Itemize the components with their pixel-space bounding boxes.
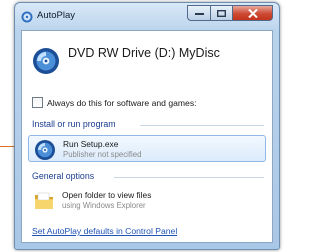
always-do-this-label[interactable]: Always do this for software and games:	[47, 98, 197, 108]
window-title: AutoPlay	[37, 10, 76, 21]
run-setup-option[interactable]: Run Setup.exe Publisher not specified	[28, 135, 266, 162]
general-group-heading: General options	[32, 171, 95, 181]
always-do-this-checkbox[interactable]	[32, 97, 43, 108]
title-bar[interactable]: AutoPlay	[15, 3, 279, 29]
minimize-icon	[194, 12, 204, 15]
open-folder-title: Open folder to view files	[62, 190, 152, 200]
install-group-heading: Install or run program	[32, 119, 116, 129]
open-folder-subtitle: using Windows Explorer	[62, 201, 146, 210]
general-group-divider	[114, 177, 264, 178]
caption-buttons	[187, 5, 273, 21]
drive-title: DVD RW Drive (D:) MyDisc	[68, 46, 220, 60]
minimize-button[interactable]	[187, 5, 211, 21]
install-group-divider	[140, 125, 264, 126]
folder-icon	[33, 190, 55, 212]
always-do-this-row[interactable]: Always do this for software and games:	[32, 97, 197, 108]
dvd-disc-icon	[32, 47, 60, 75]
close-button[interactable]	[233, 5, 273, 21]
maximize-button[interactable]	[211, 5, 233, 21]
close-icon	[247, 8, 258, 18]
autoplay-icon	[21, 10, 33, 23]
open-folder-option[interactable]: Open folder to view files using Windows …	[28, 187, 266, 214]
run-setup-title: Run Setup.exe	[63, 139, 119, 149]
setup-disc-icon	[34, 139, 56, 161]
maximize-icon	[217, 9, 226, 17]
control-panel-link[interactable]: Set AutoPlay defaults in Control Panel	[32, 226, 177, 236]
autoplay-window: AutoPlay DVD RW Drive (D:) MyDisc Always…	[14, 2, 280, 250]
autoplay-content: DVD RW Drive (D:) MyDisc Always do this …	[21, 30, 273, 243]
run-setup-publisher: Publisher not specified	[63, 150, 142, 159]
